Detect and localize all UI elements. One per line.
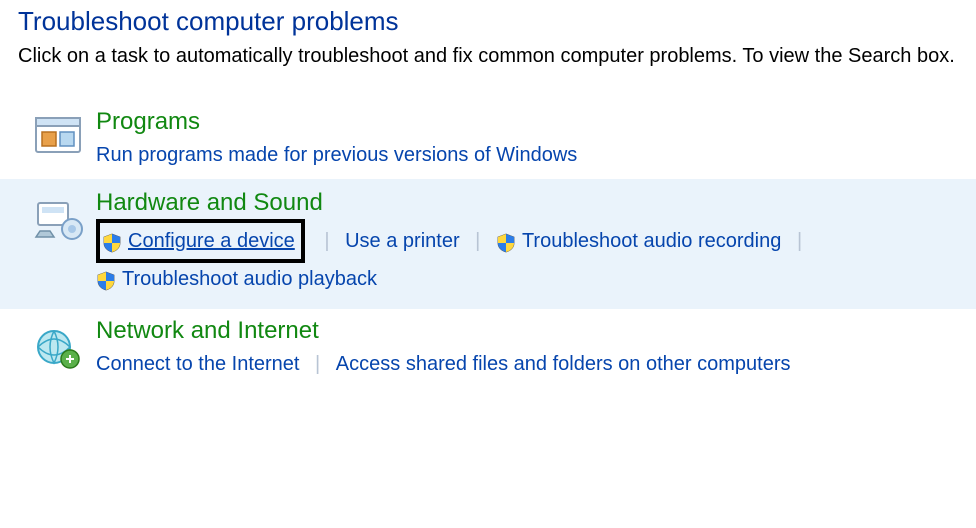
category-network-internet: Network and Internet Connect to the Inte…: [32, 309, 976, 388]
category-hardware-sound: Hardware and Sound Configur: [0, 179, 976, 310]
shield-icon: [102, 231, 122, 251]
shield-icon: [96, 269, 116, 289]
shield-icon: [496, 231, 516, 251]
link-use-printer[interactable]: Use a printer: [345, 225, 460, 257]
page-description: Click on a task to automatically trouble…: [18, 43, 976, 70]
link-connect-internet[interactable]: Connect to the Internet: [96, 348, 299, 380]
separator: |: [465, 230, 490, 252]
separator: |: [314, 230, 339, 252]
separator: |: [787, 230, 812, 252]
link-run-old-programs[interactable]: Run programs made for previous versions …: [96, 139, 577, 171]
category-title-programs[interactable]: Programs: [96, 108, 200, 136]
link-audio-playback[interactable]: Troubleshoot audio playback: [96, 263, 377, 295]
page-title: Troubleshoot computer problems: [18, 6, 976, 37]
link-configure-device[interactable]: Configure a device: [128, 225, 295, 257]
programs-icon: [32, 112, 84, 164]
category-title-hardware[interactable]: Hardware and Sound: [96, 189, 323, 217]
category-title-network[interactable]: Network and Internet: [96, 317, 319, 345]
network-icon: [32, 321, 84, 373]
link-audio-recording[interactable]: Troubleshoot audio recording: [496, 225, 781, 257]
link-shared-files[interactable]: Access shared files and folders on other…: [336, 348, 791, 380]
separator: |: [305, 353, 330, 375]
highlight-configure-device: Configure a device: [96, 219, 305, 263]
hardware-icon: [32, 193, 84, 245]
category-programs: Programs Run programs made for previous …: [32, 100, 976, 179]
